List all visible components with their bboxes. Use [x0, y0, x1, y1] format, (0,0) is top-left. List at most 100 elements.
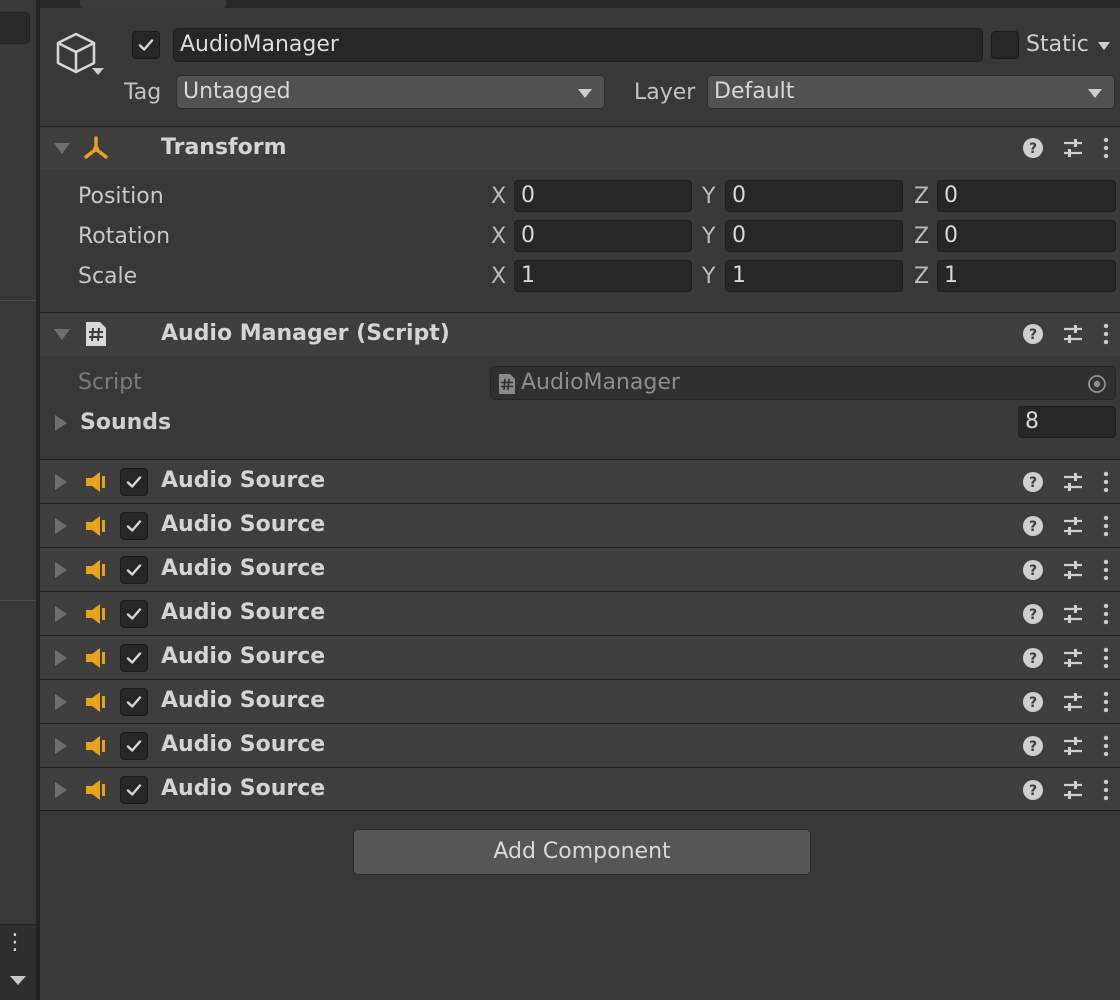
component-title: Audio Source: [161, 688, 326, 713]
audio-source-header[interactable]: Audio Source?: [40, 503, 1120, 547]
help-icon[interactable]: ?: [1022, 691, 1044, 713]
audio-source-header[interactable]: Audio Source?: [40, 767, 1120, 811]
help-icon[interactable]: ?: [1022, 559, 1044, 581]
rotation-x-field[interactable]: 0: [514, 220, 692, 252]
audio-source-header[interactable]: Audio Source?: [40, 459, 1120, 503]
audio-source-header[interactable]: Audio Source?: [40, 635, 1120, 679]
enabled-checkbox[interactable]: [120, 776, 148, 804]
static-dropdown-caret[interactable]: [1098, 42, 1110, 50]
foldout-collapsed-icon[interactable]: [55, 782, 67, 798]
foldout-expanded-icon[interactable]: [54, 329, 70, 340]
help-icon[interactable]: ?: [1022, 779, 1044, 801]
kebab-menu-icon[interactable]: [1102, 471, 1110, 493]
axis-y-label[interactable]: Y: [702, 262, 715, 292]
kebab-menu-icon[interactable]: [1102, 603, 1110, 625]
axis-y-label[interactable]: Y: [702, 182, 715, 212]
icon-dropdown-caret[interactable]: [92, 68, 104, 75]
kebab-menu-icon[interactable]: [1102, 137, 1110, 159]
transform-header[interactable]: Transform ?: [40, 126, 1120, 170]
sounds-count-field[interactable]: 8: [1018, 406, 1116, 438]
enabled-checkbox[interactable]: [120, 644, 148, 672]
axis-z-label[interactable]: Z: [914, 182, 929, 212]
sliders-icon[interactable]: [1062, 137, 1084, 159]
sliders-icon[interactable]: [1062, 779, 1084, 801]
enabled-checkbox[interactable]: [120, 512, 148, 540]
speaker-icon: [86, 560, 105, 580]
foldout-collapsed-icon[interactable]: [55, 738, 67, 754]
axis-x-label[interactable]: X: [491, 262, 506, 292]
help-icon[interactable]: ?: [1022, 137, 1044, 159]
active-checkbox[interactable]: [132, 31, 160, 59]
help-icon[interactable]: ?: [1022, 471, 1044, 493]
foldout-collapsed-icon[interactable]: [55, 606, 67, 622]
enabled-checkbox[interactable]: [120, 732, 148, 760]
foldout-collapsed-icon[interactable]: [55, 518, 67, 534]
kebab-menu-icon[interactable]: [1102, 515, 1110, 537]
position-label: Position: [78, 184, 164, 209]
axis-z-label[interactable]: Z: [914, 222, 929, 252]
sliders-icon[interactable]: [1062, 471, 1084, 493]
help-icon[interactable]: ?: [1022, 603, 1044, 625]
position-z-field[interactable]: 0: [937, 180, 1116, 212]
foldout-collapsed-icon[interactable]: [55, 694, 67, 710]
scale-y-field[interactable]: 1: [725, 260, 903, 292]
enabled-checkbox[interactable]: [120, 600, 148, 628]
tab-inspector[interactable]: [80, 0, 226, 8]
axis-x-label[interactable]: X: [491, 222, 506, 252]
object-picker-icon[interactable]: [1087, 374, 1107, 394]
help-icon[interactable]: ?: [1022, 323, 1044, 345]
foldout-expanded-icon[interactable]: [54, 143, 70, 154]
foldout-collapsed-icon[interactable]: [55, 562, 67, 578]
axis-x-label[interactable]: X: [491, 182, 506, 212]
position-x-field[interactable]: 0: [514, 180, 692, 212]
left-panel-field[interactable]: [0, 12, 30, 44]
sliders-icon[interactable]: [1062, 647, 1084, 669]
sliders-icon[interactable]: [1062, 691, 1084, 713]
enabled-checkbox[interactable]: [120, 556, 148, 584]
static-checkbox[interactable]: [991, 31, 1019, 59]
audio-source-header[interactable]: Audio Source?: [40, 547, 1120, 591]
kebab-menu-icon[interactable]: [1102, 735, 1110, 757]
header-icons: ?: [1022, 779, 1110, 801]
kebab-menu-icon[interactable]: [1102, 323, 1110, 345]
script-object-field[interactable]: AudioManager: [490, 366, 1116, 400]
audio-source-header[interactable]: Audio Source?: [40, 679, 1120, 723]
foldout-collapsed-icon[interactable]: [55, 650, 67, 666]
kebab-menu-icon[interactable]: ⋮: [4, 932, 26, 954]
sliders-icon[interactable]: [1062, 603, 1084, 625]
name-field[interactable]: AudioManager: [173, 28, 983, 62]
foldout-collapsed-icon[interactable]: [55, 415, 67, 431]
scale-x-field[interactable]: 1: [514, 260, 692, 292]
sliders-icon[interactable]: [1062, 735, 1084, 757]
tag-dropdown[interactable]: Untagged: [176, 75, 605, 109]
axis-y-label[interactable]: Y: [702, 222, 715, 252]
help-icon[interactable]: ?: [1022, 647, 1044, 669]
enabled-checkbox[interactable]: [120, 468, 148, 496]
audio-source-header[interactable]: Audio Source?: [40, 723, 1120, 767]
svg-text:?: ?: [1029, 739, 1037, 755]
audio-source-header[interactable]: Audio Source?: [40, 591, 1120, 635]
audio-manager-header[interactable]: Audio Manager (Script) ?: [40, 312, 1120, 356]
scale-z-field[interactable]: 1: [937, 260, 1116, 292]
kebab-menu-icon[interactable]: [1102, 647, 1110, 669]
static-label[interactable]: Static: [1026, 30, 1089, 60]
layer-dropdown[interactable]: Default: [707, 75, 1115, 109]
chevron-down-icon: [1088, 89, 1102, 98]
rotation-y-field[interactable]: 0: [725, 220, 903, 252]
sounds-label[interactable]: Sounds: [80, 408, 171, 438]
position-y-field[interactable]: 0: [725, 180, 903, 212]
sliders-icon[interactable]: [1062, 323, 1084, 345]
kebab-menu-icon[interactable]: [1102, 559, 1110, 581]
enabled-checkbox[interactable]: [120, 688, 148, 716]
chevron-down-icon[interactable]: [10, 976, 26, 985]
rotation-z-field[interactable]: 0: [937, 220, 1116, 252]
sliders-icon[interactable]: [1062, 559, 1084, 581]
help-icon[interactable]: ?: [1022, 735, 1044, 757]
add-component-button[interactable]: Add Component: [353, 829, 811, 875]
sliders-icon[interactable]: [1062, 515, 1084, 537]
kebab-menu-icon[interactable]: [1102, 779, 1110, 801]
help-icon[interactable]: ?: [1022, 515, 1044, 537]
foldout-collapsed-icon[interactable]: [55, 474, 67, 490]
kebab-menu-icon[interactable]: [1102, 691, 1110, 713]
axis-z-label[interactable]: Z: [914, 262, 929, 292]
